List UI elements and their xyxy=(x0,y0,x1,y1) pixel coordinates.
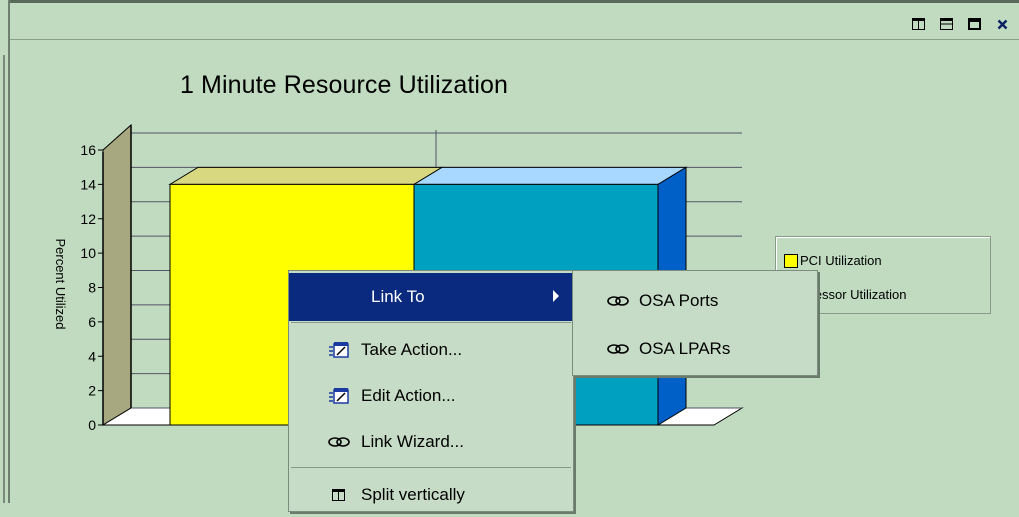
legend-label-pci: PCI Utilization xyxy=(800,253,882,268)
submenu-item-osa-lpars[interactable]: OSA LPARs xyxy=(573,327,817,371)
link-icon xyxy=(325,430,353,454)
take-action-icon xyxy=(325,338,353,362)
menu-item-split-vertically-label: Split vertically xyxy=(361,485,465,504)
menu-item-take-action-label: Take Action... xyxy=(361,340,463,359)
menu-item-edit-action-label: Edit Action... xyxy=(361,386,456,405)
y-axis-label: Percent Utilized xyxy=(53,238,68,329)
menu-item-link-to[interactable]: Link To xyxy=(289,273,573,321)
y-tick-label: 2 xyxy=(88,383,96,399)
legend-item-pci: PCI Utilization xyxy=(784,253,882,268)
menu-separator xyxy=(291,467,571,468)
link-icon xyxy=(607,289,629,313)
menu-item-edit-action[interactable]: Edit Action... xyxy=(289,374,573,418)
y-tick-label: 8 xyxy=(88,280,96,296)
edit-action-icon xyxy=(325,384,353,408)
y-tick-label: 12 xyxy=(80,211,96,227)
y-tick-label: 4 xyxy=(88,348,96,364)
bar-top-0 xyxy=(168,166,444,185)
menu-separator xyxy=(291,322,571,323)
split-vertical-icon xyxy=(325,483,353,507)
menu-item-link-to-label: Link To xyxy=(371,287,425,306)
submenu-item-osa-ports[interactable]: OSA Ports xyxy=(573,279,817,323)
y-tick-label: 0 xyxy=(88,417,96,433)
y-tick-label: 10 xyxy=(80,245,96,261)
chart-left-wall xyxy=(102,123,132,426)
menu-item-split-vertically[interactable]: Split vertically xyxy=(289,473,573,517)
link-to-submenu: OSA Ports OSA LPARs xyxy=(572,270,818,376)
legend-swatch-pci xyxy=(784,253,798,268)
submenu-item-osa-ports-label: OSA Ports xyxy=(639,291,719,310)
y-tick-label: 6 xyxy=(88,314,96,330)
y-tick-label: 14 xyxy=(80,176,96,192)
y-tick-label: 16 xyxy=(80,142,96,158)
submenu-arrow-icon xyxy=(553,290,559,302)
bar-top-1 xyxy=(412,166,688,185)
submenu-item-osa-lpars-label: OSA LPARs xyxy=(639,339,731,358)
menu-item-take-action[interactable]: Take Action... xyxy=(289,328,573,372)
menu-item-link-wizard-label: Link Wizard... xyxy=(361,432,464,451)
menu-item-link-wizard[interactable]: Link Wizard... xyxy=(289,420,573,464)
context-menu: Link To Take Action... Edit Action... Li… xyxy=(288,270,574,512)
link-icon xyxy=(607,337,629,361)
